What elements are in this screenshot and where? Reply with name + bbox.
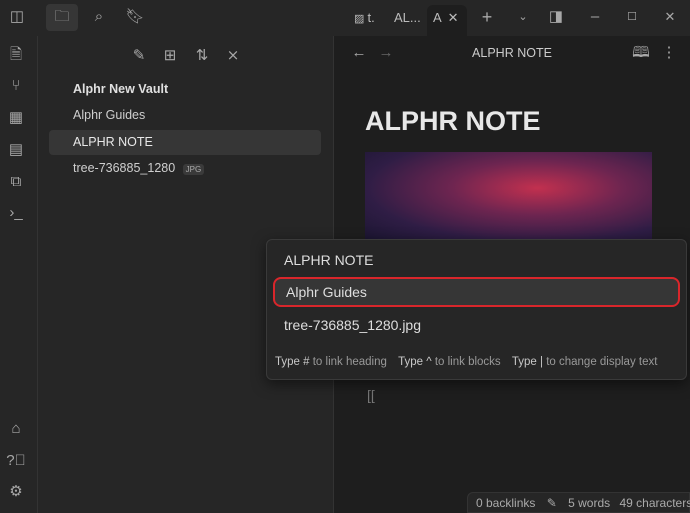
tree-item-alphr-note[interactable]: ALPHR NOTE	[49, 130, 321, 155]
title-bar: ◫ 🗀 ⌕ 🔖︎ ▨ t. AL... A ✕ + ⌄ ◨ – ☐ ✕	[0, 0, 690, 36]
character-count: 49 characters	[619, 496, 690, 510]
tab-image[interactable]: ▨ t.	[348, 5, 388, 36]
maximize-icon[interactable]: ☐	[622, 7, 642, 27]
files-tab-button[interactable]: 🗀	[46, 4, 78, 31]
graph-icon[interactable]: ⑂	[6, 76, 26, 96]
tree-image	[365, 152, 652, 242]
vault-icon[interactable]: ⌂	[6, 419, 26, 439]
search-icon[interactable]: ⌕	[89, 7, 109, 27]
file-type-badge: JPG	[182, 164, 205, 175]
help-icon[interactable]: ?⃝	[6, 451, 26, 471]
sidebar-toggle-icon[interactable]: ◫	[7, 7, 27, 27]
terminal-icon[interactable]: ›_	[6, 203, 26, 223]
close-window-icon[interactable]: ✕	[660, 7, 680, 27]
status-bar: 0 backlinks ✎ 5 words 49 characters	[467, 492, 690, 513]
minimize-icon[interactable]: –	[585, 7, 605, 27]
hint-heading: Type # to link heading	[275, 356, 387, 368]
hint-display-text: Type | to change display text	[511, 356, 658, 368]
calendar-icon[interactable]: ▤	[6, 140, 26, 160]
tree-item-image[interactable]: tree-736885_1280 JPG	[49, 156, 321, 181]
editor-cursor-text[interactable]: [[	[367, 387, 375, 403]
vault-name[interactable]: Alphr New Vault	[49, 77, 321, 102]
hint-blocks: Type ^ to link blocks	[398, 356, 501, 368]
reading-view-icon[interactable]: 🕮	[631, 43, 651, 63]
templates-icon[interactable]: ⧉	[6, 172, 26, 192]
suggestion-item-selected[interactable]: Alphr Guides	[273, 277, 680, 307]
word-count: 5 words	[568, 496, 611, 510]
suggestion-item[interactable]: tree-736885_1280.jpg	[273, 310, 680, 340]
settings-icon[interactable]: ⚙	[6, 482, 26, 502]
collapse-all-icon[interactable]: ⨯	[223, 46, 243, 66]
new-note-icon[interactable]: ✎	[129, 46, 149, 66]
note-heading: ALPHR NOTE	[365, 106, 541, 136]
link-suggestion-popup: ALPHR NOTE Alphr Guides tree-736885_1280…	[266, 239, 687, 380]
right-sidebar-toggle-icon[interactable]: ◨	[546, 7, 566, 27]
backlinks-count[interactable]: 0 backlinks	[476, 496, 535, 510]
tree-item-alphr-guides[interactable]: Alphr Guides	[49, 103, 321, 128]
canvas-icon[interactable]: ▦	[6, 108, 26, 128]
quick-switcher-icon[interactable]: 🗎	[6, 45, 26, 65]
new-tab-icon[interactable]: +	[477, 7, 497, 27]
tab-alphr[interactable]: AL...	[388, 5, 426, 36]
more-options-icon[interactable]: ⋮	[659, 43, 679, 63]
close-tab-icon[interactable]: ✕	[448, 10, 459, 25]
tab-active[interactable]: A ✕	[427, 5, 467, 36]
popup-hints: Type # to link heading Type ^ to link bl…	[275, 356, 657, 368]
bookmark-icon[interactable]: 🔖︎	[125, 7, 145, 27]
folder-icon: 🗀	[54, 8, 70, 25]
sort-icon[interactable]: ⇅	[192, 46, 212, 66]
suggestion-item[interactable]: ALPHR NOTE	[273, 245, 680, 275]
edit-mode-icon[interactable]: ✎	[547, 496, 557, 510]
new-folder-icon[interactable]: ⊞	[160, 46, 180, 66]
image-icon: ▨	[354, 13, 368, 25]
chevron-down-icon[interactable]: ⌄	[513, 7, 533, 27]
ribbon: 🗎 ⑂ ▦ ▤ ⧉ ›_ ⌂ ?⃝ ⚙	[0, 36, 38, 513]
